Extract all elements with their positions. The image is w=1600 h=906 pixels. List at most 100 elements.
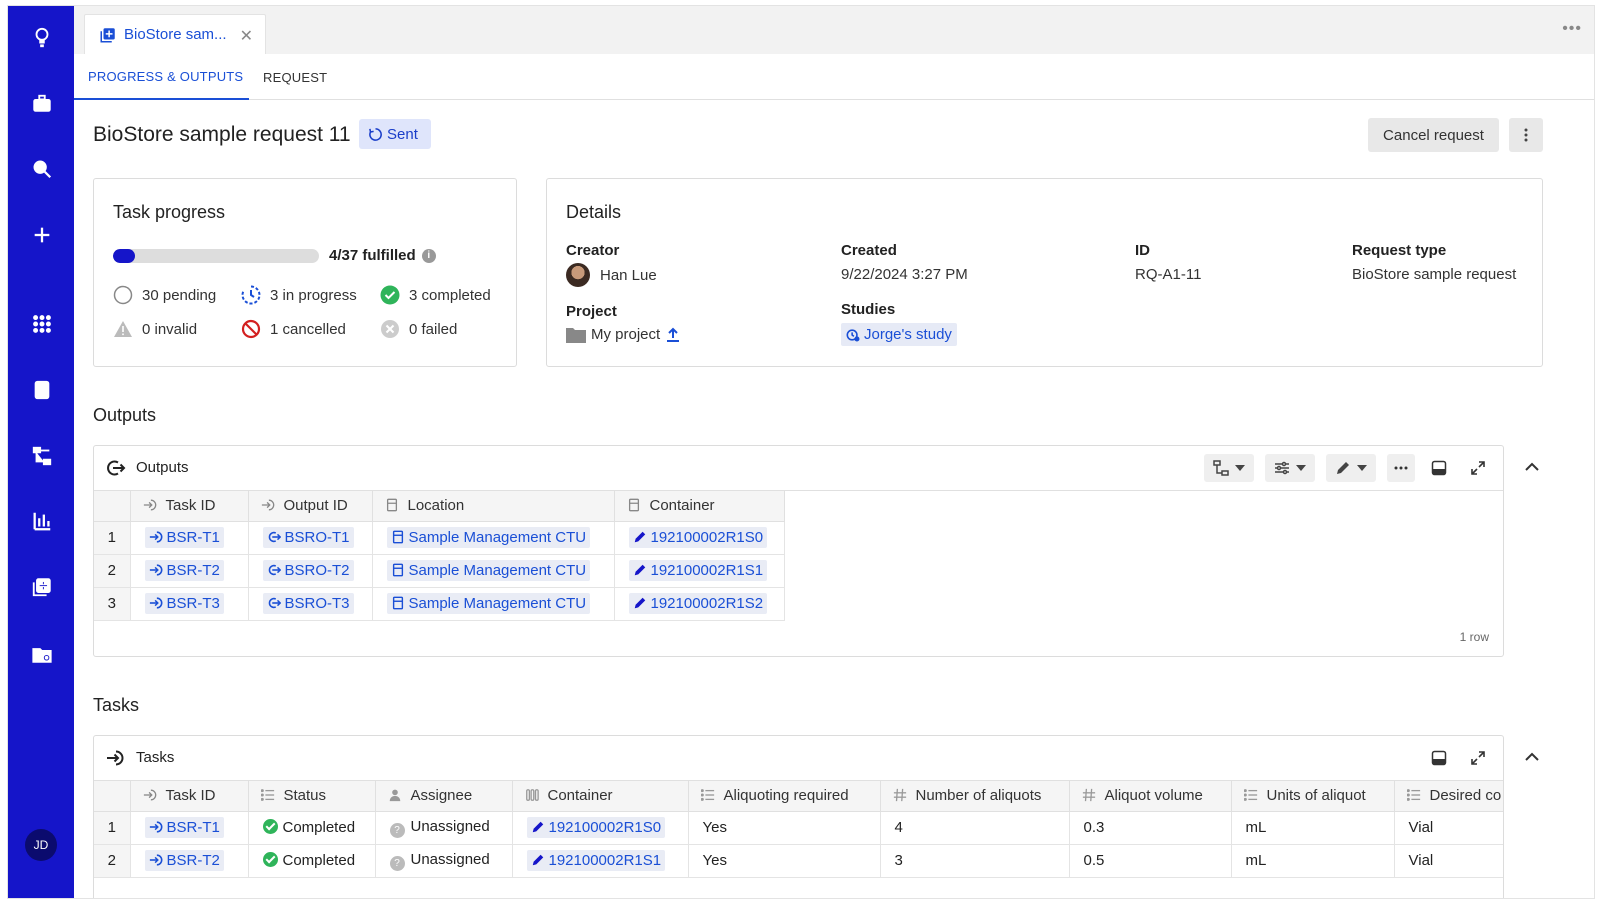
units-cell[interactable]: mL [1231,844,1395,878]
container-link-text: 192100002R1S0 [650,528,764,546]
tab-progress-outputs[interactable]: PROGRESS & OUTPUTS [74,54,249,100]
container-link[interactable]: 192100002R1S0 [526,816,666,838]
expand-button[interactable] [1464,454,1492,482]
study-chip[interactable]: Jorge's study [841,323,957,346]
output-link-icon [268,532,281,543]
num-aliquots-cell[interactable]: 4 [880,811,1070,845]
fulfilled-count: 4/37 fulfilled i [329,247,436,264]
collapse-tasks-icon[interactable] [1522,747,1542,767]
aliquoting-cell[interactable]: Yes [688,844,881,878]
column-header[interactable]: Status [248,781,376,812]
column-header[interactable]: Task ID [130,491,249,522]
task-link[interactable]: BSR-T3 [144,592,224,614]
study-value[interactable]: Jorge's study [841,323,957,346]
tubes-icon [525,789,539,802]
folder-settings-icon[interactable] [30,643,54,667]
location-link[interactable]: Sample Management CTU [386,592,591,614]
column-header[interactable]: Units of aliquot [1231,781,1395,812]
desired-container-cell[interactable]: Vial [1394,811,1503,845]
expand-button[interactable] [1464,744,1492,772]
more-options-icon[interactable]: ••• [1562,20,1582,38]
outputs-grid: Outputs Task ID Output ID Location Conta… [93,445,1504,657]
task-link[interactable]: BSR-T2 [144,559,224,581]
panel-toggle-button[interactable] [1425,744,1453,772]
requests-icon[interactable] [30,575,54,599]
apps-grid-icon[interactable] [30,312,54,336]
task-link-text: BSR-T1 [166,818,220,836]
num-aliquots-cell[interactable]: 3 [880,844,1070,878]
close-tab-icon[interactable]: ✕ [240,26,253,46]
location-link-text: Sample Management CTU [408,561,587,579]
row-count: 1 row [1459,630,1489,644]
task-link-icon [149,597,162,609]
task-link[interactable]: BSR-T2 [144,849,224,871]
task-link[interactable]: BSR-T1 [144,816,224,838]
progress-bar [113,249,319,263]
container-cell: 192100002R1S1 [614,554,785,588]
output-link[interactable]: BSRO-T3 [262,592,354,614]
search-icon[interactable] [30,157,54,181]
completed-icon [262,819,278,834]
info-icon[interactable]: i [421,248,436,263]
table-row[interactable]: 1 BSR-T1 BSRO-T1 Sample Management CTU 19210… [94,521,785,555]
panel-toggle-button[interactable] [1425,454,1453,482]
status-text: Completed [282,819,356,836]
table-row[interactable]: 2 BSR-T2 Completed? Unassigned 192100002R1S1… [94,844,1503,878]
tasks-grid-title: Tasks [136,749,175,766]
assignee-cell[interactable]: ? Unassigned [375,844,513,878]
row-number: 2 [94,554,131,588]
column-header[interactable]: Location [372,491,615,522]
column-header[interactable]: Container [614,491,785,522]
column-header[interactable]: Task ID [130,781,249,812]
container-link[interactable]: 192100002R1S1 [526,849,666,871]
column-header[interactable]: Aliquot volume [1069,781,1232,812]
output-link[interactable]: BSRO-T2 [262,559,354,581]
units-cell[interactable]: mL [1231,811,1395,845]
output-link[interactable]: BSRO-T1 [262,526,354,548]
filter-button[interactable] [1265,454,1315,482]
column-header[interactable]: Assignee [375,781,513,812]
column-header[interactable]: Aliquoting required [688,781,881,812]
document-tab[interactable]: BioStore sam... ✕ [84,14,266,54]
chart-icon[interactable] [30,509,54,533]
container-link[interactable]: 192100002R1S0 [628,526,768,548]
aliquot-volume-cell[interactable]: 0.5 [1069,844,1232,878]
aliquoting-cell[interactable]: Yes [688,811,881,845]
column-header[interactable]: Number of aliquots [880,781,1070,812]
task-link[interactable]: BSR-T1 [144,526,224,548]
column-header[interactable]: Output ID [248,491,373,522]
tasks-grid: Tasks Task ID Status Assignee Container … [93,735,1504,898]
table-row[interactable]: 3 BSR-T3 BSRO-T3 Sample Management CTU 19210… [94,587,785,621]
tab-request[interactable]: REQUEST [263,54,327,100]
column-header[interactable]: Container [512,781,689,812]
briefcase-icon[interactable] [30,92,54,116]
plus-icon[interactable] [30,223,54,247]
task-id-cell: BSR-T1 [130,811,249,845]
table-row[interactable]: 2 BSR-T2 BSRO-T2 Sample Management CTU 19210… [94,554,785,588]
location-link[interactable]: Sample Management CTU [386,559,591,581]
container-link[interactable]: 192100002R1S2 [628,592,768,614]
column-header[interactable]: Desired co [1394,781,1503,812]
logo-icon[interactable] [30,26,54,50]
workflow-icon[interactable] [30,444,54,468]
more-button[interactable] [1387,454,1415,482]
cancel-request-button[interactable]: Cancel request [1368,118,1499,152]
project-label: Project [566,303,617,320]
table-row[interactable]: 1 BSR-T1 Completed? Unassigned 192100002R1S0… [94,811,1503,845]
list-icon [260,789,274,802]
aliquot-volume-cell[interactable]: 0.3 [1069,811,1232,845]
project-value[interactable]: My project [566,326,681,343]
upload-icon[interactable] [665,327,681,343]
collapse-outputs-icon[interactable] [1522,457,1542,477]
kebab-menu-icon[interactable] [1509,118,1543,152]
user-avatar[interactable]: JD [25,829,57,861]
group-by-button[interactable] [1204,454,1254,482]
assignee-cell[interactable]: ? Unassigned [375,811,513,845]
desired-container-cell[interactable]: Vial [1394,844,1503,878]
column-label: Desired co [1429,787,1502,805]
location-link[interactable]: Sample Management CTU [386,526,591,548]
edit-button[interactable] [1326,454,1376,482]
container-link[interactable]: 192100002R1S1 [628,559,768,581]
container-link-text: 192100002R1S0 [548,818,662,836]
inventory-icon[interactable] [30,378,54,402]
